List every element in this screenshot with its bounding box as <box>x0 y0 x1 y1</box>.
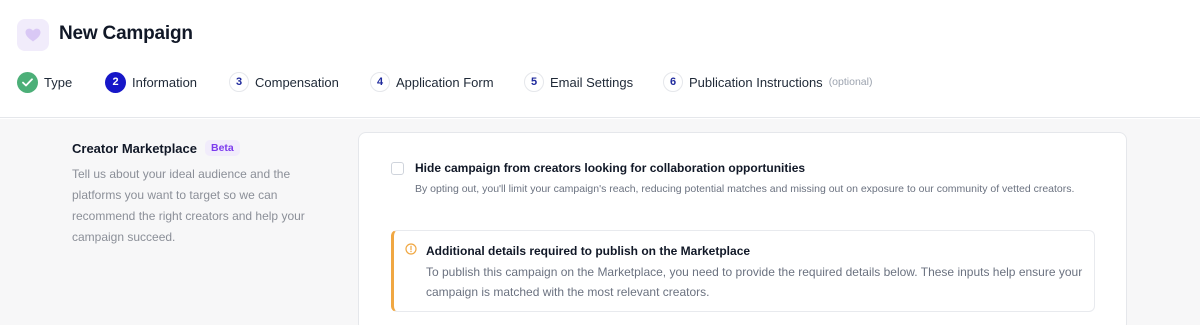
step-number: 6 <box>663 72 683 92</box>
step-application-form[interactable]: 4 Application Form <box>370 71 494 93</box>
step-email-settings[interactable]: 5 Email Settings <box>524 71 633 93</box>
step-number: 3 <box>229 72 249 92</box>
step-information[interactable]: 2 Information <box>105 71 197 93</box>
alert-title: Additional details required to publish o… <box>426 244 751 258</box>
page-title: New Campaign <box>59 23 193 44</box>
step-label: Publication Instructions <box>689 74 823 90</box>
heart-icon <box>25 28 41 42</box>
section-title: Creator Marketplace <box>72 140 197 156</box>
section-header: Creator Marketplace Beta <box>72 140 240 156</box>
step-type[interactable]: Type <box>17 71 72 93</box>
step-label: Email Settings <box>550 74 634 90</box>
main-content: Creator Marketplace Beta Tell us about y… <box>0 119 1200 325</box>
step-number: 2 <box>105 71 126 93</box>
page-header: New Campaign Type 2 Information 3 Compen… <box>0 0 1200 118</box>
step-complete-badge <box>17 71 38 93</box>
publish-requirements-alert: Additional details required to publish o… <box>391 230 1095 312</box>
hide-campaign-description: By opting out, you'll limit your campaig… <box>415 183 1075 195</box>
warning-circle-icon <box>405 243 417 255</box>
step-label: Application Form <box>396 74 494 90</box>
campaign-logo <box>17 19 49 51</box>
step-number: 4 <box>370 72 390 92</box>
section-description: Tell us about your ideal audience and th… <box>72 167 305 244</box>
step-publication-instructions[interactable]: 6 Publication Instructions (optional) <box>663 71 872 93</box>
step-optional-tag: (optional) <box>828 76 873 88</box>
step-label: Compensation <box>255 74 339 90</box>
beta-badge: Beta <box>205 140 240 156</box>
step-label: Type <box>44 74 73 90</box>
step-label: Information <box>132 74 198 90</box>
marketplace-card: Hide campaign from creators looking for … <box>358 132 1127 325</box>
hide-campaign-label[interactable]: Hide campaign from creators looking for … <box>415 161 805 175</box>
alert-text: To publish this campaign on the Marketpl… <box>426 265 1083 299</box>
hide-campaign-checkbox[interactable] <box>391 162 404 175</box>
step-number: 5 <box>524 72 544 92</box>
check-icon <box>22 77 33 86</box>
step-compensation[interactable]: 3 Compensation <box>229 71 339 93</box>
